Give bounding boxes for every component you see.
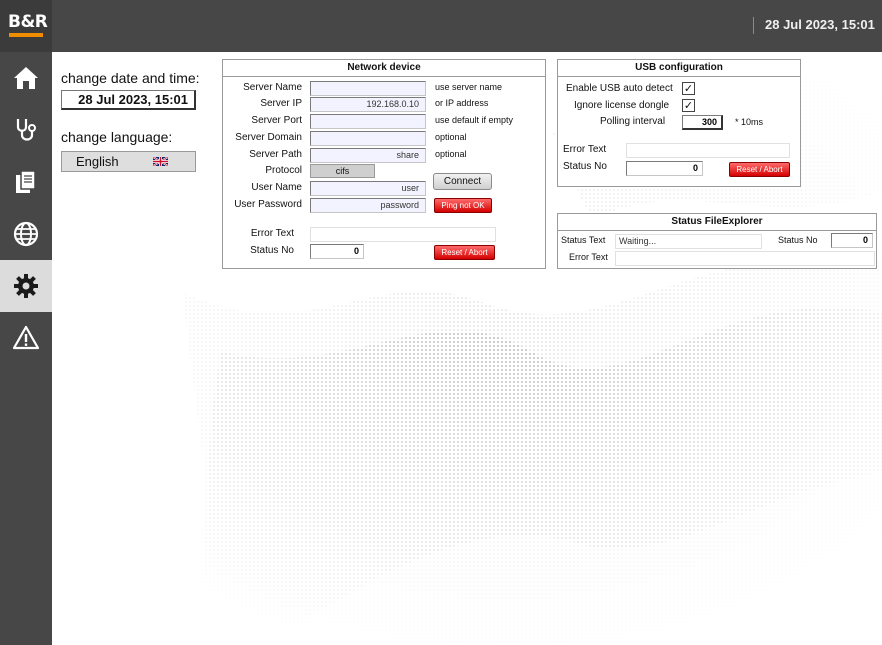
server-ip-label: Server IP: [260, 98, 302, 109]
hmi-screen: B&R 28 Jul 2023, 15:01 change date and t…: [0, 0, 882, 645]
nav-documents[interactable]: [0, 156, 52, 208]
usb-reset-button[interactable]: Reset / Abort: [729, 162, 790, 177]
gear-icon: [14, 274, 38, 298]
server-port-label: Server Port: [251, 115, 302, 126]
network-error-text-field: [310, 227, 496, 242]
usb-panel-title: USB configuration: [558, 60, 800, 77]
network-reset-button[interactable]: Reset / Abort: [434, 245, 495, 260]
brand-underline: [9, 33, 43, 37]
network-error-text-label: Error Text: [250, 228, 294, 239]
language-label: change language:: [61, 129, 173, 145]
fileexplorer-error-text-label: Error Text: [569, 252, 608, 262]
sidebar: [0, 52, 52, 645]
documents-icon: [16, 170, 36, 193]
network-status-no-label: Status No: [250, 245, 294, 256]
stethoscope-icon: [16, 119, 36, 141]
language-select[interactable]: English: [61, 151, 196, 172]
usb-status-no-field: 0: [626, 161, 703, 176]
user-password-input[interactable]: password: [310, 198, 426, 213]
nav-alarms[interactable]: [0, 312, 52, 364]
user-name-input[interactable]: user: [310, 181, 426, 196]
nav-diagnostics[interactable]: [0, 104, 52, 156]
fileexplorer-status-no-field: 0: [831, 233, 873, 248]
fileexplorer-status-text-label: Status Text: [561, 235, 606, 245]
fileexplorer-panel-title: Status FileExplorer: [558, 214, 876, 231]
top-bar: B&R 28 Jul 2023, 15:01: [0, 0, 882, 52]
globe-icon: [13, 221, 39, 247]
server-domain-input[interactable]: [310, 131, 426, 146]
uk-flag-icon: [153, 157, 168, 166]
brand-logo: B&R: [0, 0, 52, 52]
server-port-input[interactable]: [310, 114, 426, 129]
ping-status-button[interactable]: Ping not OK: [434, 198, 492, 213]
header-datetime: 28 Jul 2023, 15:01: [765, 17, 875, 32]
server-path-input[interactable]: share: [310, 148, 426, 163]
nav-settings[interactable]: [0, 260, 52, 312]
header-divider: [753, 17, 754, 34]
usb-auto-detect-label: Enable USB auto detect: [566, 83, 673, 94]
fileexplorer-error-text-field: [615, 251, 875, 266]
datetime-label: change date and time:: [61, 70, 200, 86]
usb-status-no-label: Status No: [563, 161, 607, 172]
protocol-label: Protocol: [265, 165, 302, 176]
nav-home[interactable]: [0, 52, 52, 104]
server-name-input[interactable]: [310, 81, 426, 96]
usb-auto-detect-checkbox[interactable]: ✓: [682, 82, 695, 95]
server-domain-label: Server Domain: [235, 132, 302, 143]
ignore-dongle-label: Ignore license dongle: [574, 100, 670, 111]
nav-network[interactable]: [0, 208, 52, 260]
warning-icon: [12, 325, 40, 350]
home-icon: [14, 67, 38, 89]
usb-error-text-field: [626, 143, 790, 158]
polling-interval-unit: * 10ms: [735, 117, 764, 127]
user-password-label: User Password: [234, 199, 302, 210]
server-ip-input[interactable]: 192.168.0.10: [310, 97, 426, 112]
connect-button[interactable]: Connect: [433, 173, 492, 190]
server-name-label: Server Name: [243, 82, 302, 93]
server-ip-hint: or IP address: [435, 98, 489, 108]
datetime-input[interactable]: 28 Jul 2023, 15:01: [61, 90, 196, 110]
usb-error-text-label: Error Text: [563, 144, 607, 155]
fileexplorer-status-no-label: Status No: [778, 235, 818, 245]
ignore-dongle-checkbox[interactable]: ✓: [682, 99, 695, 112]
protocol-select[interactable]: cifs: [310, 164, 375, 178]
polling-interval-input[interactable]: 300: [682, 115, 723, 130]
polling-interval-label: Polling interval: [600, 116, 666, 127]
brand-name: B&R: [8, 12, 48, 32]
server-domain-hint: optional: [435, 132, 467, 142]
server-path-label: Server Path: [249, 149, 302, 160]
network-panel-title: Network device: [223, 60, 545, 77]
network-status-no-field: 0: [310, 244, 364, 259]
fileexplorer-status-text-field: Waiting...: [615, 234, 762, 249]
server-path-hint: optional: [435, 149, 467, 159]
language-value: English: [76, 154, 119, 169]
user-name-label: User Name: [251, 182, 302, 193]
server-name-hint: use server name: [435, 82, 503, 92]
server-port-hint: use default if empty: [435, 115, 514, 125]
